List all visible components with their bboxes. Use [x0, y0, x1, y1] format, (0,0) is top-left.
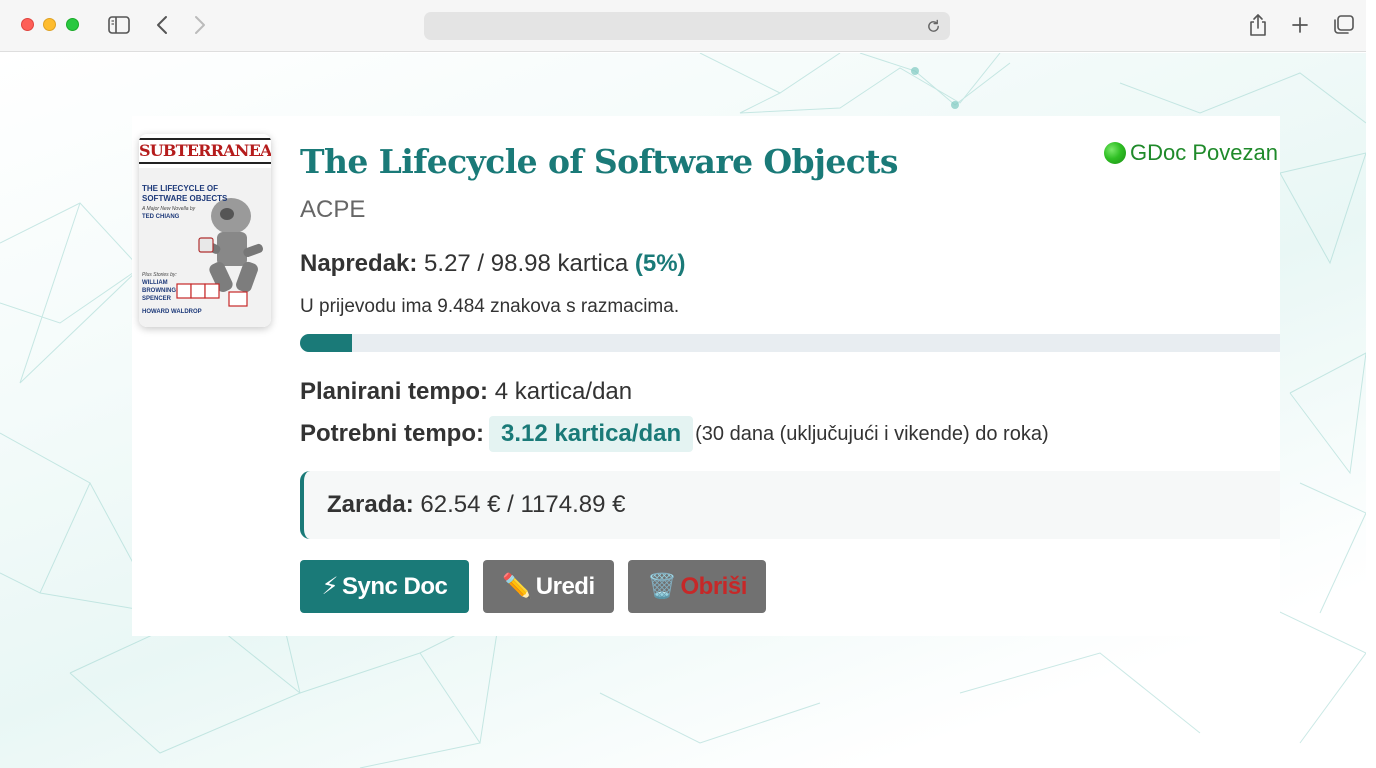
- trash-icon: 🗑️: [647, 573, 677, 600]
- delete-label: Obriši: [680, 572, 748, 600]
- cover-author: TED CHIANG: [142, 214, 180, 220]
- earnings-box: Zarada: 62.54 € / 1174.89 €: [300, 471, 1280, 539]
- needed-tempo: Potrebni tempo: 3.12 kartica/dan (30 dan…: [300, 416, 1049, 452]
- delete-button[interactable]: 🗑️ Obriši: [628, 560, 766, 613]
- cover-tagline: A Major New Novella by: [142, 206, 196, 212]
- window-edge: [1366, 0, 1376, 768]
- progress-line: Napredak: 5.27 / 98.98 kartica (5%): [300, 250, 686, 278]
- cover-other-author: HOWARD WALDROP: [142, 309, 202, 315]
- zoom-window-button[interactable]: [66, 18, 79, 31]
- address-bar[interactable]: [424, 12, 950, 40]
- earnings-value: 62.54 € / 1174.89 €: [420, 491, 626, 518]
- new-tab-icon[interactable]: [1289, 14, 1311, 36]
- gdoc-status-label: GDoc Povezan: [1130, 140, 1278, 165]
- minimize-window-button[interactable]: [43, 18, 56, 31]
- browser-toolbar: [0, 0, 1366, 52]
- page-content: SUBTERRANEAN THE LIFECYCLE OF SOFTWARE O…: [0, 53, 1366, 768]
- planned-tempo-label: Planirani tempo:: [300, 378, 489, 405]
- book-client: ACPE: [300, 196, 366, 223]
- character-count-text: U prijevodu ima 9.484 znakova s razmacim…: [300, 296, 680, 317]
- book-cover-image: SUBTERRANEAN THE LIFECYCLE OF SOFTWARE O…: [139, 134, 271, 327]
- needed-tempo-label: Potrebni tempo:: [300, 420, 484, 447]
- planned-tempo-value: 4 kartica/dan: [494, 378, 633, 405]
- gdoc-status: GDoc Povezan: [1104, 140, 1278, 166]
- planned-tempo: Planirani tempo: 4 kartica/dan: [300, 378, 632, 406]
- reload-icon[interactable]: [924, 17, 942, 35]
- progress-bar-fill: [300, 334, 352, 352]
- sidebar-toggle-icon[interactable]: [108, 15, 130, 35]
- back-icon[interactable]: [152, 13, 172, 37]
- cover-publisher-logo: SUBTERRANEAN: [139, 138, 271, 164]
- progress-bar: [300, 334, 1280, 352]
- cover-other-author: WILLIAM BROWNING SPENCER: [142, 280, 176, 302]
- pencil-icon: ✏️: [502, 573, 532, 600]
- progress-label: Napredak:: [300, 250, 418, 277]
- needed-tempo-value: 3.12 kartica/dan: [489, 416, 694, 452]
- progress-value: 5.27 / 98.98 kartica: [424, 250, 629, 277]
- edit-button[interactable]: ✏️ Uredi: [483, 560, 614, 613]
- connected-status-icon: [1104, 142, 1127, 164]
- book-title: The Lifecycle of Software Objects: [300, 142, 898, 181]
- earnings-label: Zarada:: [327, 491, 414, 518]
- needed-tempo-note: (30 dana (uključujući i vikende) do roka…: [695, 422, 1049, 445]
- sync-doc-label: Sync Doc: [341, 572, 448, 600]
- lightning-icon: ⚡: [321, 573, 339, 600]
- cover-title: THE LIFECYCLE OF SOFTWARE OBJECTS: [142, 184, 228, 203]
- forward-icon[interactable]: [190, 13, 210, 37]
- edit-label: Uredi: [535, 572, 595, 600]
- progress-percent: (5%): [634, 250, 686, 277]
- cover-plus-label: Plus Stories by:: [142, 272, 177, 278]
- tab-overview-icon[interactable]: [1331, 14, 1355, 36]
- sync-doc-button[interactable]: ⚡ Sync Doc: [300, 560, 469, 613]
- share-icon[interactable]: [1247, 12, 1269, 38]
- book-card: SUBTERRANEAN THE LIFECYCLE OF SOFTWARE O…: [132, 116, 1280, 636]
- close-window-button[interactable]: [21, 18, 34, 31]
